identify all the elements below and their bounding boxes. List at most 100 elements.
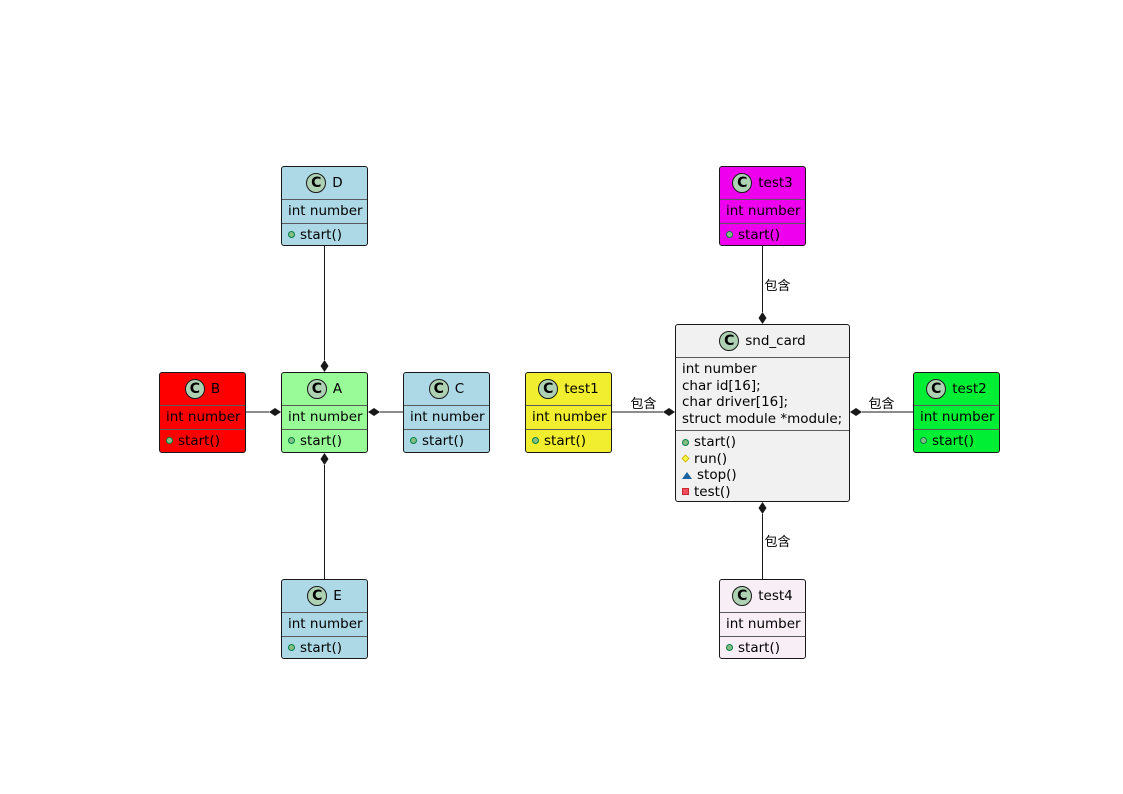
method-name: start() bbox=[738, 226, 780, 243]
public-visibility-icon bbox=[532, 437, 539, 445]
method: start() bbox=[726, 640, 799, 657]
methods-section: start() bbox=[160, 430, 245, 452]
class-test4[interactable]: Ctest4 int number start() bbox=[719, 579, 806, 659]
attributes-section: int number bbox=[160, 406, 245, 430]
class-name: A bbox=[332, 381, 343, 397]
methods-section: start() bbox=[282, 430, 367, 452]
method-name: start() bbox=[738, 639, 780, 656]
class-c-icon: C bbox=[538, 379, 559, 399]
attributes-section: int number bbox=[720, 613, 805, 637]
composition-diamond-icon bbox=[758, 312, 767, 324]
public-visibility-icon bbox=[410, 437, 417, 445]
class-name: B bbox=[210, 381, 221, 397]
relation-label: 包含 bbox=[868, 397, 895, 412]
class-c-icon: C bbox=[307, 586, 328, 606]
class-header: CC bbox=[404, 373, 489, 406]
class-B[interactable]: C Bint number start() bbox=[159, 372, 246, 453]
composition-diamond-icon bbox=[850, 408, 862, 416]
method: test() bbox=[682, 484, 843, 501]
method: stop() bbox=[682, 467, 843, 484]
attributes-section: int number bbox=[526, 406, 611, 430]
class-name: snd_card bbox=[745, 333, 806, 349]
attributes-section: int number bbox=[914, 406, 999, 430]
method-name: test() bbox=[694, 483, 731, 500]
class-header: CB bbox=[160, 373, 245, 406]
class-name: E bbox=[333, 588, 342, 604]
class-test2[interactable]: Ctest2 int number start() bbox=[913, 372, 1000, 453]
public-visibility-icon bbox=[288, 231, 295, 239]
class-C[interactable]: C Cint number start() bbox=[403, 372, 490, 453]
method: start() bbox=[166, 433, 239, 450]
attributes-section: int number bbox=[282, 200, 367, 224]
class-header: Ctest1 bbox=[526, 373, 611, 406]
composition-diamond-icon bbox=[663, 408, 675, 416]
method: start() bbox=[726, 227, 799, 244]
composition-diamond-icon bbox=[320, 453, 329, 465]
methods-section: start() bbox=[282, 637, 367, 659]
class-c-icon: C bbox=[732, 586, 753, 606]
class-c-icon: C bbox=[306, 173, 327, 193]
methods-section: start() bbox=[720, 224, 805, 246]
attributes-section: int number bbox=[282, 613, 367, 637]
method: run() bbox=[681, 450, 843, 468]
attribute: int number bbox=[682, 361, 757, 377]
class-name: test2 bbox=[952, 381, 987, 397]
public-visibility-icon bbox=[920, 437, 927, 445]
public-visibility-icon bbox=[726, 231, 733, 239]
method-name: stop() bbox=[697, 467, 737, 483]
class-c-icon: C bbox=[732, 173, 753, 193]
attributes-section: int number bbox=[720, 200, 805, 224]
class-c-icon: C bbox=[184, 379, 205, 399]
class-snd_card[interactable]: Csnd_cardint number char id[16]; char driv… bbox=[675, 324, 850, 502]
attribute: int number bbox=[288, 409, 363, 425]
class-c-icon: C bbox=[306, 379, 327, 399]
composition-diamond-icon bbox=[758, 502, 767, 514]
attribute: char driver[16]; bbox=[682, 394, 789, 410]
method-name: run() bbox=[694, 450, 728, 467]
attribute: int number bbox=[532, 409, 607, 425]
attribute: int number bbox=[726, 616, 801, 632]
attribute: int number bbox=[166, 409, 241, 425]
protected-visibility-icon bbox=[681, 454, 690, 463]
class-name: C bbox=[454, 381, 465, 397]
attribute: struct module *module; bbox=[682, 410, 843, 427]
method: start() bbox=[532, 433, 605, 450]
method: start() bbox=[288, 227, 361, 244]
class-header: Ctest4 bbox=[720, 580, 805, 613]
method-name: start() bbox=[300, 639, 342, 656]
public-visibility-icon bbox=[288, 437, 295, 445]
attribute: char id[16]; bbox=[682, 377, 761, 394]
method-name: start() bbox=[178, 432, 220, 449]
public-visibility-icon bbox=[166, 437, 173, 445]
class-c-icon: C bbox=[428, 379, 449, 399]
attributes-section: int number char id[16]; char driver[16]; st… bbox=[676, 358, 849, 431]
class-name: D bbox=[332, 175, 343, 191]
class-test3[interactable]: Ctest3 int number start() bbox=[719, 166, 806, 246]
attribute: int number bbox=[288, 616, 363, 632]
class-name: test3 bbox=[758, 175, 793, 191]
public-visibility-icon bbox=[682, 438, 689, 446]
attributes-section: int number bbox=[282, 406, 367, 430]
class-c-icon: C bbox=[926, 379, 947, 399]
class-header: CE bbox=[282, 580, 367, 613]
method-name: start() bbox=[694, 434, 736, 450]
class-A[interactable]: C Aint number start() bbox=[281, 372, 368, 453]
class-header: Ctest3 bbox=[720, 167, 805, 200]
methods-section: start() bbox=[282, 224, 367, 246]
method: start() bbox=[288, 640, 361, 657]
method-name: start() bbox=[300, 226, 342, 243]
method: start() bbox=[920, 433, 993, 450]
methods-section: start() bbox=[720, 637, 805, 659]
class-c-icon: C bbox=[719, 331, 740, 351]
relation-label: 包含 bbox=[764, 534, 791, 550]
class-test1[interactable]: Ctest1 int number start() bbox=[525, 372, 612, 453]
class-D[interactable]: C Dint number start() bbox=[281, 166, 368, 246]
class-E[interactable]: C Eint number start() bbox=[281, 579, 368, 659]
class-name: test1 bbox=[564, 381, 599, 397]
attributes-section: int number bbox=[404, 406, 489, 430]
class-header: CD bbox=[282, 167, 367, 200]
public-visibility-icon bbox=[288, 644, 295, 652]
methods-section: start() bbox=[404, 430, 489, 452]
method-name: start() bbox=[544, 432, 586, 449]
class-header: Ctest2 bbox=[914, 373, 999, 406]
